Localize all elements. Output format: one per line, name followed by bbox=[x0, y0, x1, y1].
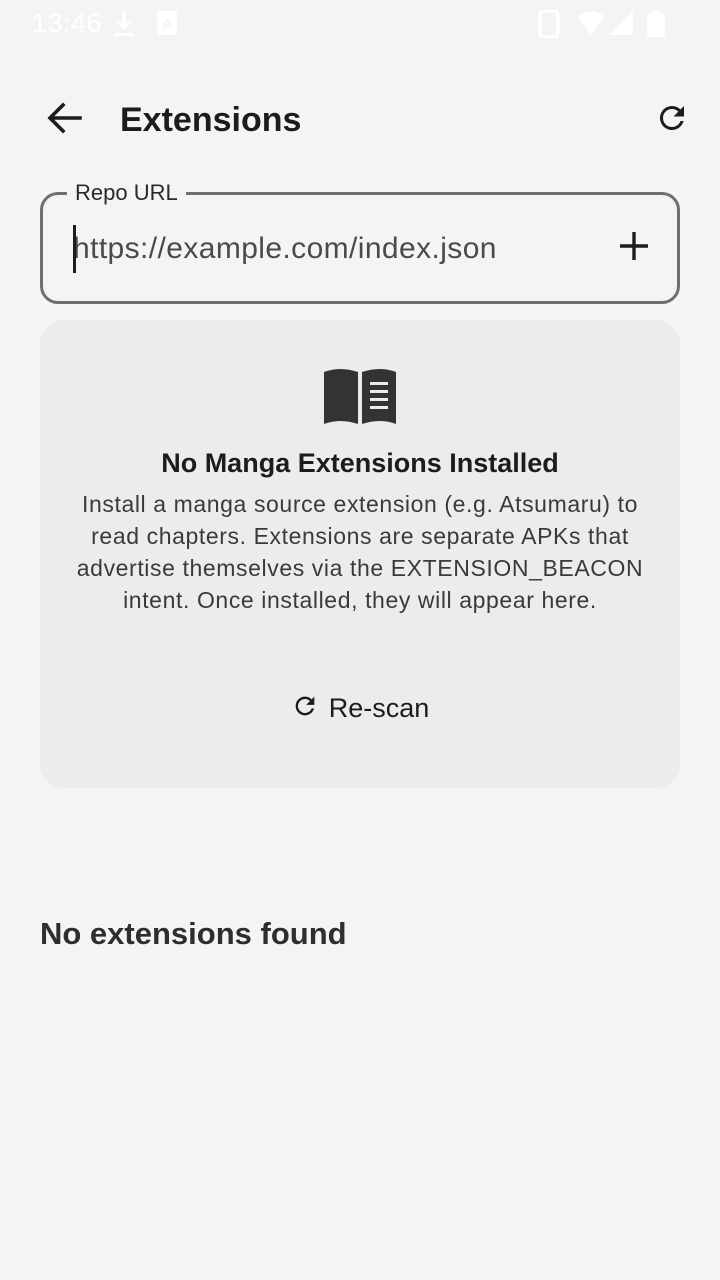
add-repo-button[interactable] bbox=[609, 223, 659, 273]
status-bar: 13:46 A bbox=[0, 0, 720, 48]
back-button[interactable] bbox=[24, 96, 104, 144]
wifi-icon bbox=[576, 10, 606, 41]
arrow-back-icon bbox=[46, 101, 82, 139]
card-title: No Manga Extensions Installed bbox=[161, 448, 559, 478]
signal-icon bbox=[608, 10, 634, 41]
refresh-icon bbox=[291, 692, 319, 725]
repo-url-field[interactable]: Repo URL bbox=[40, 178, 680, 304]
rescan-button[interactable]: Re-scan bbox=[276, 682, 444, 734]
battery-icon bbox=[646, 10, 666, 43]
app-bar: Extensions bbox=[0, 72, 720, 168]
refresh-button[interactable] bbox=[644, 96, 700, 144]
svg-text:A: A bbox=[162, 16, 173, 33]
rescan-label: Re-scan bbox=[328, 692, 430, 723]
no-extensions-card: No Manga Extensions Installed Install a … bbox=[40, 320, 680, 788]
status-time: 13:46 bbox=[32, 8, 103, 38]
repo-url-input[interactable] bbox=[73, 225, 593, 273]
text-caret bbox=[73, 225, 76, 273]
page-title: Extensions bbox=[120, 101, 302, 139]
plus-icon bbox=[618, 230, 650, 267]
book-icon bbox=[320, 364, 400, 428]
phone-icon bbox=[538, 9, 560, 43]
card-description: Install a manga source extension (e.g. A… bbox=[76, 491, 644, 613]
download-icon bbox=[112, 10, 136, 43]
refresh-icon bbox=[654, 100, 690, 141]
repo-url-label: Repo URL bbox=[67, 178, 186, 208]
no-extensions-found-text: No extensions found bbox=[40, 916, 347, 951]
a-badge-icon: A bbox=[156, 10, 178, 41]
